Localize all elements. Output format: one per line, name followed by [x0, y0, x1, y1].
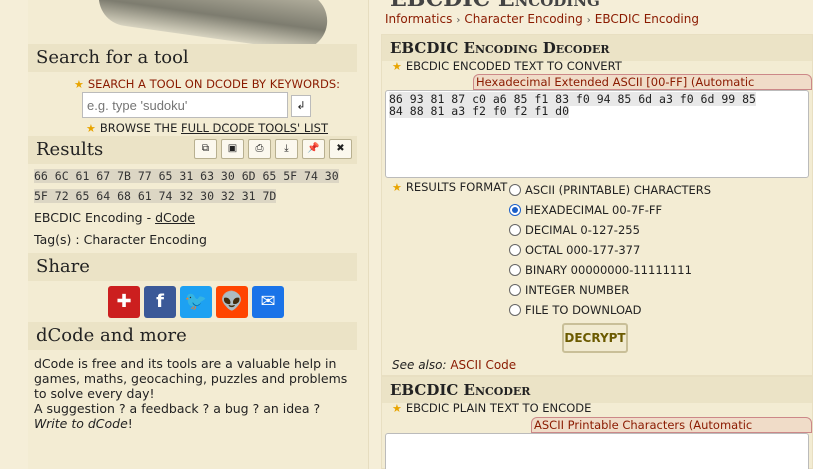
search-input[interactable]	[82, 92, 288, 118]
result-tags: Tag(s) : Character Encoding	[34, 232, 207, 247]
full-tools-list-link[interactable]: FULL DCODE TOOLS' LIST	[181, 121, 328, 135]
radio-icon	[509, 304, 521, 316]
encoder-input[interactable]	[385, 433, 809, 469]
results-output: 66 6C 61 67 7B 77 65 31 63 30 6D 65 5F 7…	[34, 166, 364, 206]
ascii-code-link[interactable]: ASCII Code	[450, 358, 516, 372]
page-title: EBCDIC Encoding	[390, 0, 600, 12]
decoder-input[interactable]: 86 93 81 87 c0 a6 85 f1 83 f0 94 85 6d a…	[385, 90, 809, 178]
format-option-hex[interactable]: HEXADECIMAL 00-7F-FF	[509, 203, 662, 217]
format-option-file[interactable]: FILE TO DOWNLOAD	[509, 303, 642, 317]
encoder-title: EBCDIC Encoder	[382, 377, 812, 403]
email-icon[interactable]: ✉	[252, 286, 284, 318]
breadcrumb-ebcdic-encoding[interactable]: EBCDIC Encoding	[595, 12, 699, 26]
encoder-detection-badge: ASCII Printable Characters (Automatic De…	[531, 417, 812, 446]
breadcrumb-informatics[interactable]: Informatics	[385, 12, 452, 26]
print-icon[interactable]: ⎙	[248, 139, 271, 159]
add-share-icon[interactable]: ✚	[108, 286, 140, 318]
share-icons: ✚ f 🐦 👽 ✉	[108, 286, 284, 318]
results-line-2: 5F 72 65 64 68 61 74 32 30 32 31 7D	[34, 189, 277, 203]
decoder-title: EBCDIC Encoding Decoder	[382, 35, 812, 61]
save-icon[interactable]: ▣	[221, 139, 244, 159]
sidebar: Search for a tool ★ SEARCH A TOOL ON DCOD…	[28, 0, 369, 469]
twitter-icon[interactable]: 🐦	[180, 286, 212, 318]
about-text: dCode is free and its tools are a valuab…	[34, 356, 348, 431]
pin-icon[interactable]: 📌	[302, 139, 325, 159]
breadcrumb-character-encoding[interactable]: Character Encoding	[464, 12, 582, 26]
star-icon: ★	[392, 402, 402, 415]
results-format-label: ★ RESULTS FORMAT	[392, 180, 508, 194]
result-source: EBCDIC Encoding - dCode	[34, 210, 195, 225]
format-option-octal[interactable]: OCTAL 000-177-377	[509, 243, 640, 257]
share-heading: Share	[28, 253, 357, 281]
format-option-binary[interactable]: BINARY 00000000-11111111	[509, 263, 692, 277]
format-option-integer[interactable]: INTEGER NUMBER	[509, 283, 629, 297]
detection-badge: Hexadecimal Extended ASCII [00-FF] (Auto…	[473, 74, 812, 103]
star-icon: ★	[392, 181, 402, 194]
radio-selected-icon	[509, 204, 521, 216]
copy-icon[interactable]: ⧉	[194, 139, 217, 159]
facebook-icon[interactable]: f	[144, 286, 176, 318]
download-icon[interactable]: ⤓	[275, 139, 298, 159]
radio-icon	[509, 184, 521, 196]
breadcrumb: Informatics › Character Encoding › EBCDIC En…	[385, 12, 699, 26]
radio-icon	[509, 244, 521, 256]
decoder-panel: EBCDIC Encoding Decoder ★ EBCDIC ENCODED …	[381, 34, 813, 376]
search-heading: Search for a tool	[28, 44, 357, 72]
decrypt-button[interactable]: DECRYPT	[562, 323, 628, 353]
about-line-1: dCode is free and its tools are a valuab…	[34, 356, 348, 401]
decoder-input-label: ★ EBCDIC ENCODED TEXT TO CONVERT	[392, 59, 622, 73]
dcode-link[interactable]: dCode	[155, 210, 195, 225]
radio-icon	[509, 224, 521, 236]
browse-tools: ★ BROWSE THE FULL DCODE TOOLS' LIST	[86, 121, 328, 135]
main-content: EBCDIC Encoding Informatics›Character En…	[381, 0, 813, 469]
star-icon: ★	[392, 60, 402, 73]
radio-icon	[509, 284, 521, 296]
more-heading: dCode and more	[28, 322, 357, 350]
encoder-input-label: ★ EBCDIC PLAIN TEXT TO ENCODE	[392, 401, 592, 415]
dcode-logo[interactable]	[68, 0, 331, 54]
radio-icon	[509, 264, 521, 276]
reddit-icon[interactable]: 👽	[216, 286, 248, 318]
star-icon: ★	[86, 122, 96, 135]
results-toolbar: ⧉ ▣ ⎙ ⤓ 📌 ✖	[194, 139, 352, 159]
format-option-ascii[interactable]: ASCII (PRINTABLE) CHARACTERS	[509, 183, 711, 197]
decoder-input-line-2: 84 88 81 a3 f2 f0 f2 f1 d0	[389, 104, 570, 118]
format-option-decimal[interactable]: DECIMAL 0-127-255	[509, 223, 640, 237]
star-icon: ★	[74, 78, 84, 91]
search-label: ★ SEARCH A TOOL ON DCODE BY KEYWORDS:	[74, 77, 341, 91]
enter-icon[interactable]: ↲	[291, 95, 311, 117]
close-icon[interactable]: ✖	[329, 139, 352, 159]
see-also: See also: ASCII Code	[392, 358, 517, 372]
results-line-1: 66 6C 61 67 7B 77 65 31 63 30 6D 65 5F 7…	[34, 169, 339, 183]
encoder-panel: EBCDIC Encoder ★ EBCDIC PLAIN TEXT TO ENC…	[381, 376, 813, 469]
write-to-dcode-link[interactable]: Write to dCode	[34, 416, 128, 431]
